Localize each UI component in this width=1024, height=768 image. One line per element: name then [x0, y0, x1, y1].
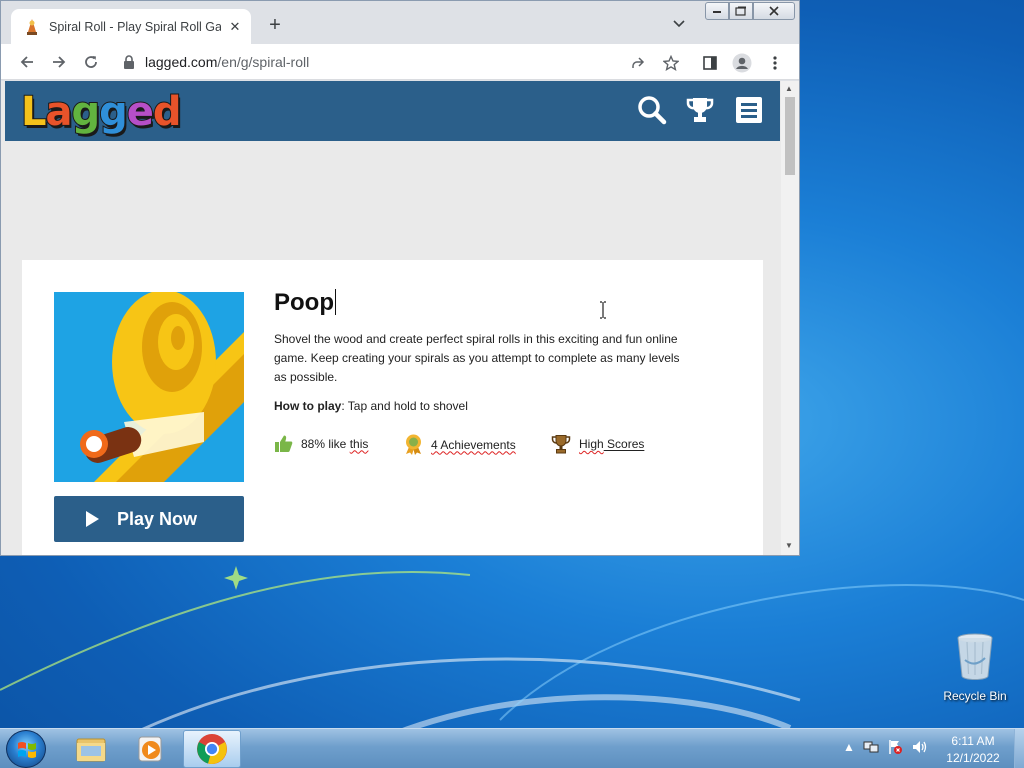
tab-spiral-roll[interactable]: Spiral Roll - Play Spiral Roll Game ✕: [11, 9, 251, 44]
recycle-bin-icon: [957, 633, 993, 680]
clock-time: 6:11 AM: [951, 734, 995, 748]
show-hidden-icons-icon[interactable]: ▲: [843, 740, 855, 754]
lock-icon[interactable]: [123, 55, 135, 69]
how-to-play: How to play: Tap and hold to shovel: [274, 399, 468, 413]
text-cursor-ibeam: [599, 301, 607, 324]
logo-letter: g: [98, 88, 129, 136]
likes-link[interactable]: this: [350, 437, 369, 451]
url-text: lagged.com/en/g/spiral-roll: [145, 54, 309, 70]
trophy-icon[interactable]: [685, 95, 715, 125]
scroll-down-arrow-icon[interactable]: ▼: [785, 541, 793, 550]
network-icon[interactable]: [863, 739, 879, 755]
high-scores-trophy-icon: [551, 435, 571, 454]
recycle-bin[interactable]: Recycle Bin: [942, 632, 1008, 703]
likes-text: 88% like this: [301, 437, 368, 451]
achievements-stat[interactable]: 4 Achievements: [404, 434, 516, 455]
game-title-text: Poop: [274, 289, 334, 316]
windows-logo-icon: [18, 742, 36, 758]
browser-menu-icon[interactable]: [764, 52, 786, 74]
how-to-play-label: How to play: [274, 399, 342, 413]
game-stats: 88% like this 4 Achievements High Scores: [274, 434, 734, 458]
logo-letter: L: [20, 88, 47, 136]
achievements-link[interactable]: 4 Achievements: [431, 438, 516, 452]
reload-icon: [85, 56, 97, 68]
menu-icon[interactable]: [734, 95, 764, 125]
action-center-flag-icon[interactable]: [887, 739, 903, 755]
forward-button[interactable]: [47, 50, 71, 74]
tab-search-chevron-icon[interactable]: [673, 17, 685, 31]
game-thumbnail[interactable]: [54, 292, 244, 482]
taskbar: ▲ 6:11 AM 12/1/2022: [0, 728, 1024, 768]
tab-title: Spiral Roll - Play Spiral Roll Game: [49, 19, 221, 34]
lagged-favicon-icon: [27, 18, 37, 35]
scroll-up-arrow-icon[interactable]: ▲: [785, 84, 793, 93]
share-icon[interactable]: [627, 52, 649, 74]
url-host: lagged.com: [145, 54, 218, 70]
taskbar-chrome-button[interactable]: [183, 730, 241, 768]
game-title[interactable]: Poop: [274, 289, 336, 317]
browser-window: Spiral Roll - Play Spiral Roll Game ✕ + …: [0, 0, 800, 556]
recycle-bin-label: Recycle Bin: [943, 689, 1007, 703]
scrollbar-thumb[interactable]: [785, 97, 795, 175]
clock-date: 12/1/2022: [946, 751, 1000, 765]
taskbar-clock[interactable]: 6:11 AM 12/1/2022: [934, 733, 1012, 767]
how-to-play-text: Tap and hold to shovel: [347, 399, 468, 413]
reload-button[interactable]: [79, 50, 103, 74]
back-arrow-icon: [20, 56, 33, 68]
chrome-icon: [197, 734, 227, 764]
logo-letter: a: [45, 88, 74, 136]
thumbs-up-icon: [275, 435, 293, 452]
game-description: Shovel the wood and create perfect spira…: [274, 332, 680, 384]
address-bar[interactable]: lagged.com/en/g/spiral-roll: [113, 48, 689, 76]
url-path: /en/g/spiral-roll: [217, 54, 310, 70]
close-window-button[interactable]: [753, 2, 795, 20]
back-button[interactable]: [15, 50, 39, 74]
media-player-icon: [138, 736, 162, 762]
new-tab-button[interactable]: +: [263, 14, 287, 37]
site-header: Lagged: [5, 81, 780, 141]
high-scores-stat[interactable]: High Scores: [551, 434, 644, 454]
game-info-card: Play Now Poop Shovel the wood and create…: [22, 260, 763, 555]
taskbar-media-player-button[interactable]: [122, 730, 180, 768]
logo-letter: e: [126, 88, 155, 136]
volume-icon[interactable]: [911, 739, 929, 755]
vertical-scrollbar[interactable]: ▲ ▼: [781, 81, 799, 555]
profile-avatar-icon[interactable]: [731, 52, 753, 74]
folder-icon: [76, 738, 106, 762]
minimize-button[interactable]: [705, 2, 729, 20]
system-tray: ▲: [843, 739, 929, 755]
play-now-button[interactable]: Play Now: [54, 496, 244, 542]
tab-close-icon[interactable]: ✕: [227, 19, 243, 35]
bookmark-star-icon[interactable]: [660, 52, 682, 74]
restore-button[interactable]: [729, 2, 753, 20]
page-viewport: Lagged Play Now Poop Shovel the wood and…: [1, 81, 781, 555]
show-desktop-button[interactable]: [1014, 729, 1024, 768]
taskbar-explorer-button[interactable]: [62, 730, 120, 768]
high-scores-word1: High: [579, 437, 604, 451]
logo-letter: d: [152, 88, 183, 136]
achievement-medal-icon: [406, 434, 421, 455]
likes-prefix: 88% like: [301, 436, 350, 451]
lagged-logo[interactable]: Lagged: [20, 88, 183, 136]
search-icon[interactable]: [637, 95, 667, 125]
browser-toolbar: lagged.com/en/g/spiral-roll: [1, 44, 799, 80]
side-panel-icon[interactable]: [699, 52, 721, 74]
high-scores-word2: Scores: [603, 437, 645, 451]
play-icon: [86, 511, 99, 527]
tab-strip: Spiral Roll - Play Spiral Roll Game ✕ +: [1, 1, 799, 44]
start-button[interactable]: [6, 730, 46, 768]
text-caret: [335, 289, 336, 315]
play-now-label: Play Now: [117, 508, 198, 529]
logo-letter: g: [71, 88, 102, 136]
likes-stat[interactable]: 88% like this: [274, 434, 368, 453]
high-scores-link[interactable]: High Scores: [579, 437, 644, 451]
forward-arrow-icon: [53, 56, 66, 68]
